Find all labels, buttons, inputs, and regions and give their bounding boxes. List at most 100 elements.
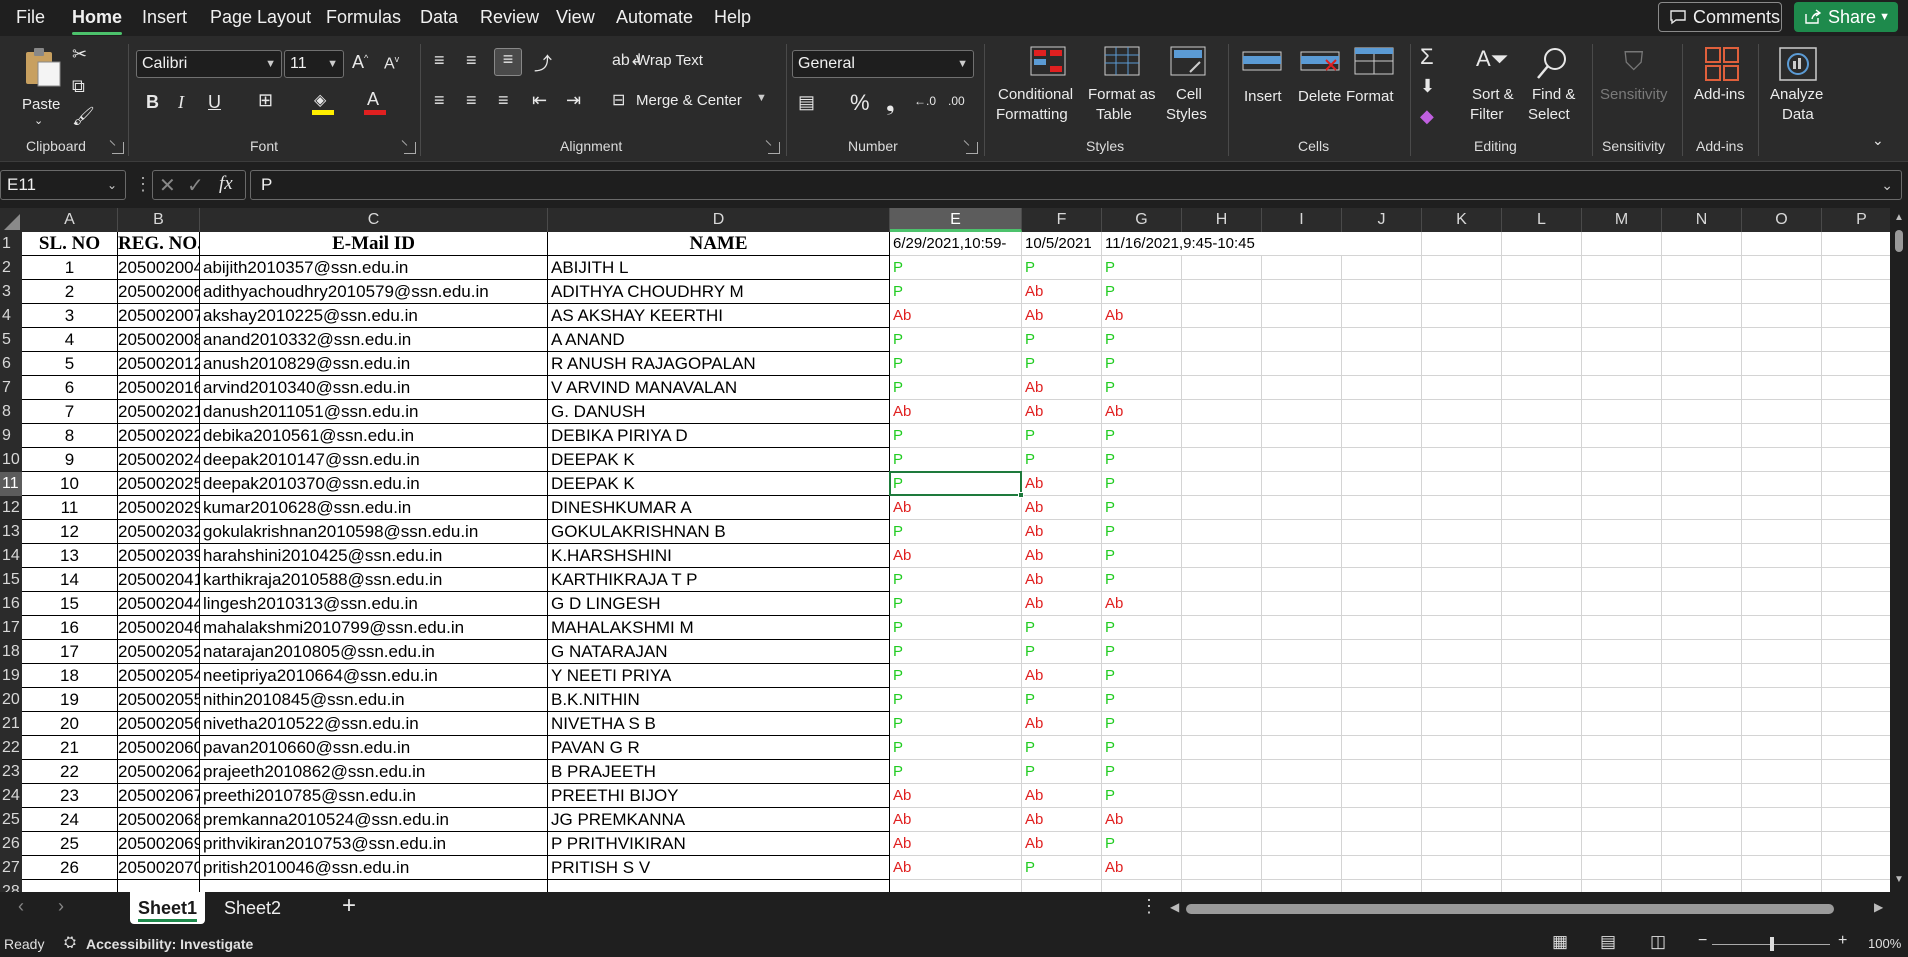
empty-cell[interactable] xyxy=(1342,232,1422,256)
row-header-1[interactable]: 1 xyxy=(0,232,22,256)
cell-email[interactable]: abijith2010357@ssn.edu.in xyxy=(200,256,548,280)
empty-cell[interactable] xyxy=(1262,304,1342,328)
empty-cell[interactable] xyxy=(1582,424,1662,448)
cell-attendance[interactable]: Ab xyxy=(1022,520,1102,544)
empty-cell[interactable] xyxy=(1662,448,1742,472)
cell-attendance[interactable]: P xyxy=(1102,832,1182,856)
zoom-in-icon[interactable]: + xyxy=(1838,932,1847,950)
row-header-25[interactable]: 25 xyxy=(0,808,22,832)
cell-attendance[interactable]: Ab xyxy=(1022,496,1102,520)
underline-button[interactable]: U xyxy=(208,92,221,113)
scroll-right-icon[interactable]: ▶ xyxy=(1874,900,1883,914)
cell-sl-no[interactable]: 11 xyxy=(22,496,118,520)
header-date-2[interactable]: 10/5/2021 xyxy=(1022,232,1102,256)
cell-attendance[interactable]: P xyxy=(1102,472,1182,496)
column-header-i[interactable]: I xyxy=(1262,208,1342,232)
empty-cell[interactable] xyxy=(1262,400,1342,424)
empty-cell[interactable] xyxy=(1342,400,1422,424)
cell-attendance[interactable]: P xyxy=(1102,280,1182,304)
cell-name[interactable]: MAHALAKSHMI M xyxy=(548,616,890,640)
cell-attendance[interactable]: P xyxy=(890,448,1022,472)
cell-email[interactable]: pritish2010046@ssn.edu.in xyxy=(200,856,548,880)
cell-reg-no[interactable]: 205002029 xyxy=(118,496,200,520)
sheet-tab-sheet1[interactable]: Sheet1 xyxy=(130,892,206,924)
font-launcher-icon[interactable] xyxy=(404,142,416,154)
cell-attendance[interactable]: P xyxy=(890,688,1022,712)
row-header-6[interactable]: 6 xyxy=(0,352,22,376)
empty-cell[interactable] xyxy=(1422,400,1502,424)
row-header-26[interactable]: 26 xyxy=(0,832,22,856)
empty-cell[interactable] xyxy=(1502,472,1582,496)
accounting-format-icon[interactable]: ▤ xyxy=(798,92,815,113)
empty-cell[interactable] xyxy=(1582,712,1662,736)
column-header-b[interactable]: B xyxy=(118,208,200,232)
cell-sl-no[interactable]: 16 xyxy=(22,616,118,640)
empty-cell[interactable] xyxy=(1742,736,1822,760)
empty-cell[interactable] xyxy=(1342,760,1422,784)
empty-cell[interactable] xyxy=(1742,688,1822,712)
cell-email[interactable]: karthikraja2010588@ssn.edu.in xyxy=(200,568,548,592)
empty-cell[interactable] xyxy=(1422,520,1502,544)
header-name[interactable]: NAME xyxy=(548,232,890,256)
cell-email[interactable]: prithvikiran2010753@ssn.edu.in xyxy=(200,832,548,856)
empty-cell[interactable] xyxy=(1822,880,1890,892)
paste-button[interactable]: Paste ⌄ xyxy=(16,44,66,130)
empty-cell[interactable] xyxy=(1262,448,1342,472)
cell-reg-no[interactable]: 205002006 xyxy=(118,280,200,304)
cell-sl-no[interactable]: 7 xyxy=(22,400,118,424)
empty-cell[interactable] xyxy=(1422,712,1502,736)
more-options-icon[interactable]: ⋮ xyxy=(134,174,152,195)
empty-cell[interactable] xyxy=(1182,880,1262,892)
add-ins-button[interactable]: Add-ins xyxy=(1690,46,1752,134)
empty-cell[interactable] xyxy=(1262,808,1342,832)
menu-home[interactable]: Home xyxy=(64,0,130,36)
column-header-a[interactable]: A xyxy=(22,208,118,232)
empty-cell[interactable] xyxy=(1182,712,1262,736)
increase-decimal-icon[interactable]: ←.0 xyxy=(914,94,936,108)
empty-cell[interactable] xyxy=(1582,520,1662,544)
cell-attendance[interactable]: P xyxy=(890,280,1022,304)
cell-email[interactable]: adithyachoudhry2010579@ssn.edu.in xyxy=(200,280,548,304)
cell-email[interactable]: prajeeth2010862@ssn.edu.in xyxy=(200,760,548,784)
cell-name[interactable]: Y NEETI PRIYA xyxy=(548,664,890,688)
empty-cell[interactable] xyxy=(1342,736,1422,760)
empty-cell[interactable] xyxy=(1502,496,1582,520)
empty-cell[interactable] xyxy=(1342,496,1422,520)
empty-cell[interactable] xyxy=(1262,712,1342,736)
fill-handle[interactable] xyxy=(1018,492,1024,498)
format-painter-icon[interactable]: 🖌 xyxy=(72,106,95,127)
cell-attendance[interactable]: P xyxy=(1022,688,1102,712)
analyze-data-button[interactable]: Analyze Data xyxy=(1764,46,1832,134)
empty-cell[interactable] xyxy=(1342,520,1422,544)
empty-cell[interactable] xyxy=(1342,808,1422,832)
empty-cell[interactable] xyxy=(1742,712,1822,736)
empty-cell[interactable] xyxy=(1262,352,1342,376)
borders-icon[interactable]: ⊞ xyxy=(258,90,273,111)
empty-cell[interactable] xyxy=(1422,760,1502,784)
cell-attendance[interactable]: P xyxy=(1022,328,1102,352)
empty-cell[interactable] xyxy=(1422,880,1502,892)
cell-name[interactable]: PAVAN G R xyxy=(548,736,890,760)
cell-attendance[interactable]: Ab xyxy=(1102,592,1182,616)
zoom-out-icon[interactable]: − xyxy=(1698,932,1707,950)
share-button[interactable]: Share ▼ xyxy=(1794,2,1898,32)
cell-attendance[interactable]: P xyxy=(890,256,1022,280)
cell-sl-no[interactable]: 10 xyxy=(22,472,118,496)
empty-cell[interactable] xyxy=(1582,352,1662,376)
empty-cell[interactable] xyxy=(1422,352,1502,376)
row-header-27[interactable]: 27 xyxy=(0,856,22,880)
row-header-28[interactable]: 28 xyxy=(0,880,22,892)
empty-cell[interactable] xyxy=(1502,856,1582,880)
empty-cell[interactable] xyxy=(1742,568,1822,592)
cell-sl-no[interactable]: 15 xyxy=(22,592,118,616)
cell-attendance[interactable]: P xyxy=(890,376,1022,400)
cell-attendance[interactable]: P xyxy=(1102,520,1182,544)
column-header-p[interactable]: P xyxy=(1822,208,1890,232)
cell-name[interactable]: DINESHKUMAR A xyxy=(548,496,890,520)
merge-center-button[interactable]: ⊟ Merge & Center ▼ xyxy=(612,90,772,114)
empty-cell[interactable] xyxy=(1262,880,1342,892)
cell-reg-no[interactable]: 205002060 xyxy=(118,736,200,760)
cell-sl-no[interactable]: 2 xyxy=(22,280,118,304)
cell-reg-no[interactable]: 205002069 xyxy=(118,832,200,856)
orientation-icon[interactable]: ⤴ xyxy=(534,50,552,76)
